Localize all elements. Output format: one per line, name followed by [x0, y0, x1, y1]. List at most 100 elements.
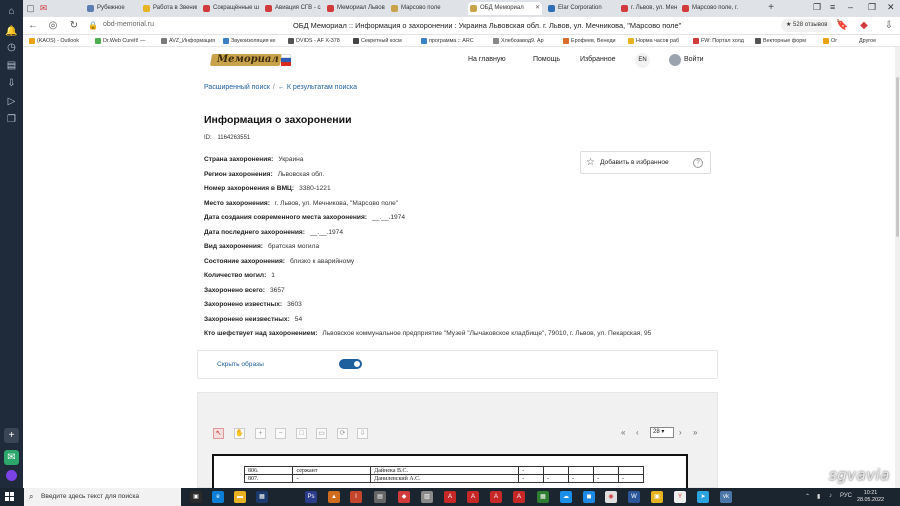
- advanced-search-link[interactable]: Расширенный поиск: [204, 84, 270, 91]
- zoom-out-icon[interactable]: −: [275, 428, 286, 439]
- bookmark-item[interactable]: FW: Портал холд: [693, 36, 744, 46]
- pdf-reader-icon[interactable]: A: [444, 491, 456, 503]
- fit-width-icon[interactable]: ▭: [316, 428, 327, 439]
- app-red-icon[interactable]: I: [350, 491, 362, 503]
- menu-icon[interactable]: ≡: [830, 2, 835, 12]
- hide-images-toggle[interactable]: [339, 359, 362, 369]
- tab-menu-icon[interactable]: ▢: [25, 3, 36, 14]
- fit-page-icon[interactable]: □: [296, 428, 307, 439]
- tab-1[interactable]: Рубежное: [85, 2, 139, 15]
- bookmark-item[interactable]: программа :: ARC: [421, 36, 474, 46]
- last-page-icon[interactable]: »: [693, 428, 697, 437]
- select-tool-icon[interactable]: ↖: [213, 428, 224, 439]
- hide-images-label[interactable]: Скрыть образы: [217, 361, 264, 368]
- tab-3[interactable]: Сокращённые ша: [201, 2, 259, 15]
- rotate-icon[interactable]: ⟳: [337, 428, 348, 439]
- app-blue-icon[interactable]: ◼: [583, 491, 595, 503]
- volume-icon[interactable]: ♪: [829, 493, 832, 499]
- lock-icon[interactable]: 🔒: [87, 20, 99, 32]
- app-red-2-icon[interactable]: ◆: [398, 491, 410, 503]
- edge-icon[interactable]: e: [212, 491, 224, 503]
- tab-9[interactable]: г. Львов, ул. Менч: [619, 2, 677, 15]
- restore-icon[interactable]: ❐: [868, 2, 876, 13]
- bookmark-item[interactable]: Норма часов раб: [628, 36, 679, 46]
- taskbar-search[interactable]: ⌕ Введите здесь текст для поиска: [24, 488, 181, 506]
- protect-icon[interactable]: ◆: [858, 20, 870, 32]
- refresh-icon[interactable]: ↻: [68, 20, 80, 32]
- login-button[interactable]: Войти: [669, 54, 704, 66]
- add-to-favorites-button[interactable]: ☆ Добавить в избранное ?: [580, 151, 711, 174]
- bookmark-item[interactable]: Секретный косм: [353, 36, 402, 46]
- mail-icon[interactable]: ✉: [38, 3, 49, 14]
- other-bookmarks[interactable]: Другое: [859, 36, 876, 46]
- chrome-icon[interactable]: ◉: [605, 491, 617, 503]
- close-window-icon[interactable]: ✕: [887, 2, 895, 13]
- page-scrollbar[interactable]: [895, 47, 900, 488]
- memorial-logo[interactable]: Мемориал: [209, 50, 291, 70]
- download-doc-icon[interactable]: ⇩: [357, 428, 368, 439]
- language-switch[interactable]: EN: [635, 53, 650, 68]
- system-clock[interactable]: 10:21 28.05.2022: [857, 490, 884, 504]
- back-icon[interactable]: ←: [27, 20, 39, 32]
- help-icon[interactable]: ?: [693, 158, 703, 168]
- back-to-results-link[interactable]: ← К результатам поиска: [278, 84, 357, 91]
- tab-4[interactable]: Авиация СГВ - са: [263, 2, 321, 15]
- bookmark-item[interactable]: Ог: [823, 36, 837, 46]
- nav-home[interactable]: На главную: [468, 56, 506, 63]
- downloads-icon[interactable]: ⇩: [4, 76, 19, 91]
- download-icon[interactable]: ⇩: [883, 20, 895, 32]
- network-icon[interactable]: ▮: [817, 493, 820, 500]
- pdf-reader-4-icon[interactable]: A: [513, 491, 525, 503]
- explorer-icon[interactable]: ▬: [234, 491, 246, 503]
- history-icon[interactable]: ◷: [4, 40, 19, 55]
- app-green-icon[interactable]: ▦: [537, 491, 549, 503]
- vk-icon[interactable]: vk: [720, 491, 732, 503]
- hand-tool-icon[interactable]: ✋: [234, 428, 245, 439]
- page-select[interactable]: 28 ▾: [650, 427, 674, 438]
- close-tab-icon[interactable]: ✕: [535, 2, 540, 15]
- tray-chevron-icon[interactable]: ⌃: [805, 493, 810, 500]
- telegram-icon[interactable]: ➤: [697, 491, 709, 503]
- yandex-icon[interactable]: ◎: [47, 20, 59, 32]
- new-tab-button[interactable]: +: [765, 2, 777, 14]
- bookmark-item[interactable]: Ерофеев, Венеди: [563, 36, 616, 46]
- collections-toolbar-icon[interactable]: ❐: [813, 2, 821, 13]
- address-domain[interactable]: obd-memorial.ru: [103, 21, 154, 28]
- bookmark-item[interactable]: AVZ_Информация: [161, 36, 215, 46]
- store-icon[interactable]: ▦: [256, 491, 268, 503]
- reviews-badge[interactable]: ★ 528 отзывов: [781, 19, 833, 32]
- tabs-icon[interactable]: ❐: [4, 112, 19, 127]
- tab-8[interactable]: Elar Corporation: [546, 2, 614, 15]
- app-yellow-icon[interactable]: ▣: [651, 491, 663, 503]
- tab-7[interactable]: ОБД Мемориал ✕: [468, 2, 542, 15]
- messenger-icon[interactable]: ✉: [4, 450, 19, 465]
- bookmark-item[interactable]: Звукоизоляция ке: [223, 36, 275, 46]
- tab-10[interactable]: Марсово поле, г.: [680, 2, 742, 15]
- tab-5[interactable]: Мемориал Львов: [325, 2, 385, 15]
- input-language[interactable]: РУС: [840, 493, 852, 499]
- add-panel-icon[interactable]: +: [4, 428, 19, 443]
- media-icon[interactable]: ▷: [4, 94, 19, 109]
- app-grey-icon[interactable]: ▤: [374, 491, 386, 503]
- home-icon[interactable]: ⌂: [4, 4, 19, 19]
- pdf-reader-3-icon[interactable]: A: [490, 491, 502, 503]
- notifications-icon[interactable]: 🔔: [4, 24, 19, 39]
- pdf-reader-2-icon[interactable]: A: [467, 491, 479, 503]
- tab-6[interactable]: Марсово поле: [389, 2, 449, 15]
- zoom-in-icon[interactable]: +: [255, 428, 266, 439]
- windows-start-icon[interactable]: [5, 492, 15, 502]
- bookmark-item[interactable]: Dr.Web CureIt! —: [95, 36, 145, 46]
- first-page-icon[interactable]: «: [621, 428, 625, 437]
- collections-icon[interactable]: ▤: [4, 58, 19, 73]
- app-orange-icon[interactable]: ▲: [328, 491, 340, 503]
- bookmark-item[interactable]: Хлебозавод9. Ар: [493, 36, 544, 46]
- cloud-icon[interactable]: ☁: [560, 491, 572, 503]
- address-page-title[interactable]: ОБД Мемориал :: Информация о захоронении…: [293, 21, 681, 30]
- nav-favorites[interactable]: Избранное: [580, 56, 615, 63]
- task-view-icon[interactable]: ▣: [190, 491, 202, 503]
- minimize-icon[interactable]: –: [848, 2, 853, 12]
- alice-icon[interactable]: [6, 470, 17, 481]
- nav-help[interactable]: Помощь: [533, 56, 560, 63]
- prev-page-icon[interactable]: ‹: [636, 428, 639, 437]
- bookmark-item[interactable]: (KAOS) - Outlook: [29, 36, 79, 46]
